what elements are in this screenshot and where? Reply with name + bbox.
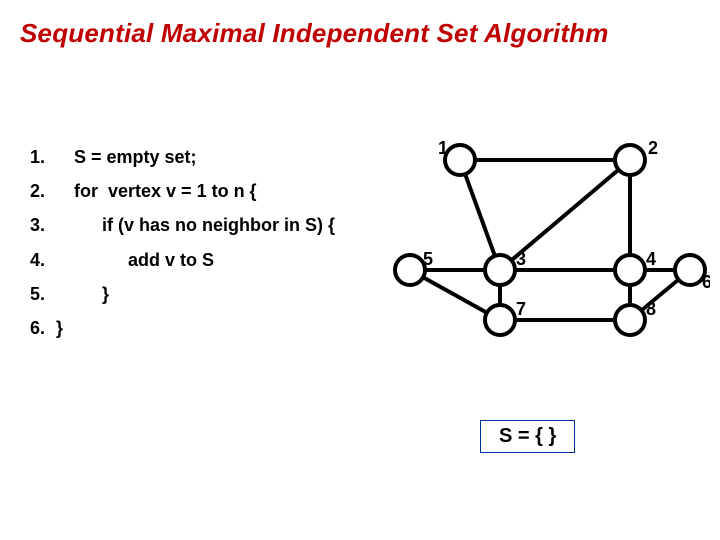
code-line-1: 1.S = empty set; <box>30 140 335 174</box>
node-label-5: 5 <box>423 249 433 269</box>
node-7 <box>485 305 515 335</box>
code-line-2: 2.for vertex v = 1 to n { <box>30 174 335 208</box>
line-number: 6. <box>30 311 56 345</box>
slide-title: Sequential Maximal Independent Set Algor… <box>20 18 700 49</box>
result-set-box: S = { } <box>480 420 575 453</box>
node-5 <box>395 255 425 285</box>
code-text: if (v has no neighbor in S) { <box>56 208 335 242</box>
code-text: add v to S <box>56 243 214 277</box>
node-label-3: 3 <box>516 249 526 269</box>
node-3 <box>485 255 515 285</box>
node-8 <box>615 305 645 335</box>
node-label-8: 8 <box>646 299 656 319</box>
code-line-4: 4.add v to S <box>30 243 335 277</box>
code-line-3: 3.if (v has no neighbor in S) { <box>30 208 335 242</box>
code-line-5: 5.} <box>30 277 335 311</box>
node-6 <box>675 255 705 285</box>
code-text: } <box>56 277 109 311</box>
pseudocode-block: 1.S = empty set; 2.for vertex v = 1 to n… <box>30 140 335 345</box>
node-1 <box>445 145 475 175</box>
node-label-6: 6 <box>702 272 710 292</box>
code-text: } <box>56 318 63 338</box>
line-number: 3. <box>30 208 56 242</box>
line-number: 2. <box>30 174 56 208</box>
node-4 <box>615 255 645 285</box>
line-number: 5. <box>30 277 56 311</box>
line-number: 4. <box>30 243 56 277</box>
edge-1-3 <box>460 160 500 270</box>
node-label-1: 1 <box>438 138 448 158</box>
node-label-2: 2 <box>648 138 658 158</box>
code-text: S = empty set; <box>56 140 197 174</box>
node-label-7: 7 <box>516 299 526 319</box>
code-text: for vertex v = 1 to n { <box>56 174 257 208</box>
code-line-6: 6.} <box>30 311 335 345</box>
node-2 <box>615 145 645 175</box>
graph-diagram: 1 2 5 3 4 6 7 8 <box>390 130 710 390</box>
line-number: 1. <box>30 140 56 174</box>
node-label-4: 4 <box>646 249 656 269</box>
